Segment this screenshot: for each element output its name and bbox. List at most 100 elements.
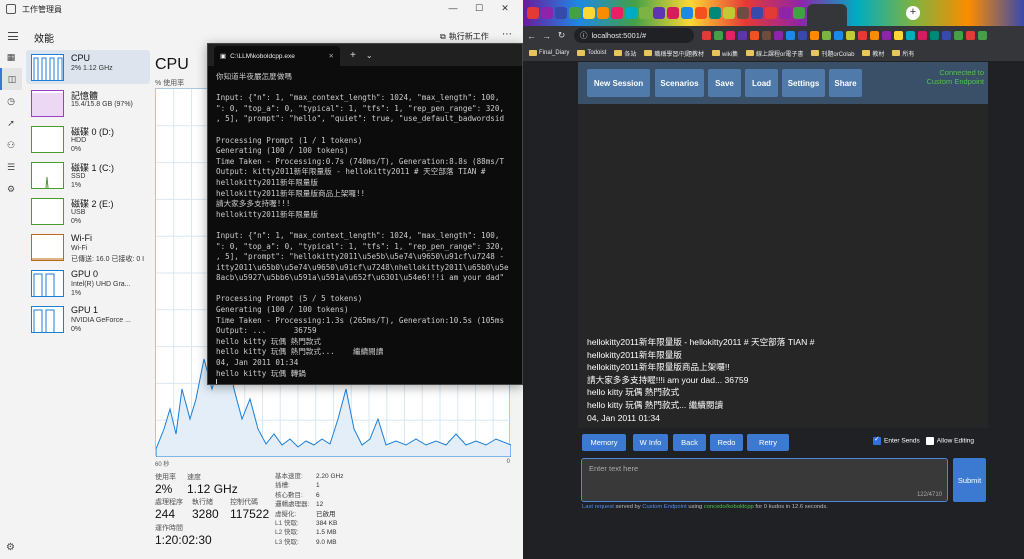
tab-favicon-icon[interactable] — [737, 7, 749, 19]
extension-icon[interactable] — [738, 31, 747, 40]
action-button-w-info[interactable]: W Info — [633, 434, 668, 451]
extension-icon[interactable] — [822, 31, 831, 40]
performance-nav-icon[interactable]: ◫ — [0, 68, 22, 90]
console-output[interactable]: 你知道半夜嚴怎麼做嗎 Input: {"n": 1, "max_context_l… — [208, 66, 522, 384]
settings-gear-icon[interactable]: ⚙ — [6, 542, 15, 553]
extension-icon[interactable] — [882, 31, 891, 40]
tab-favicon-icon[interactable] — [639, 7, 651, 19]
bookmark-item[interactable]: 刊題orColab — [811, 49, 854, 58]
device-item[interactable]: 磁碟 0 (D:) HDD 0% — [26, 122, 150, 156]
tab-favicon-icon[interactable] — [667, 7, 679, 19]
extension-icon[interactable] — [750, 31, 759, 40]
tab-favicon-icon[interactable] — [625, 7, 637, 19]
topbar-button-new-session[interactable]: New Session — [587, 69, 650, 97]
action-button-retry[interactable]: Retry — [747, 434, 789, 451]
extension-icon[interactable] — [906, 31, 915, 40]
device-item[interactable]: 記憶體 15.4/15.8 GB (97%) — [26, 86, 150, 120]
last-request-link[interactable]: Last request — [582, 504, 614, 510]
extension-icon[interactable] — [966, 31, 975, 40]
device-item[interactable]: 磁碟 2 (E:) USB 0% — [26, 194, 150, 228]
new-tab-button[interactable]: + — [906, 6, 920, 20]
topbar-button-scenarios[interactable]: Scenarios — [655, 69, 704, 97]
allow-editing-toggle[interactable]: Allow Editing — [925, 437, 974, 445]
tab-favicon-icon[interactable] — [555, 7, 567, 19]
submit-button[interactable]: Submit — [953, 458, 986, 502]
tab-favicon-icon[interactable] — [583, 7, 595, 19]
tab-favicon-icon[interactable] — [793, 7, 805, 19]
extension-icon[interactable] — [834, 31, 843, 40]
tab-favicon-icon[interactable] — [541, 7, 553, 19]
extension-icon[interactable] — [702, 31, 711, 40]
story-output[interactable]: hellokitty2011新年限量版 - hellokitty2011 # 天… — [587, 336, 982, 424]
extension-icon[interactable] — [786, 31, 795, 40]
processes-nav-icon[interactable]: ▦ — [0, 46, 22, 68]
close-button[interactable]: ✕ — [492, 0, 518, 16]
site-info-icon[interactable]: ⓘ — [580, 30, 588, 41]
tab-favicon-icon[interactable] — [569, 7, 581, 19]
extension-icon[interactable] — [858, 31, 867, 40]
device-item[interactable]: 磁碟 1 (C:) SSD 1% — [26, 158, 150, 192]
tab-favicon-icon[interactable] — [709, 7, 721, 19]
run-new-task-button[interactable]: ⧉ 執行新工作 — [440, 31, 489, 42]
topbar-button-share[interactable]: Share — [829, 69, 862, 97]
tab-favicon-icon[interactable] — [527, 7, 539, 19]
extension-icon[interactable] — [870, 31, 879, 40]
device-item[interactable]: GPU 0 Intel(R) UHD Gra... 1% — [26, 266, 150, 300]
app-history-nav-icon[interactable]: ◷ — [0, 90, 22, 112]
chevron-down-icon[interactable]: ⌄ — [366, 51, 373, 60]
topbar-button-settings[interactable]: Settings — [782, 69, 825, 97]
action-button-back[interactable]: Back — [673, 434, 706, 451]
action-button-memory[interactable]: Memory — [582, 434, 626, 451]
extension-icon[interactable] — [726, 31, 735, 40]
back-arrow-icon[interactable]: ← — [525, 31, 538, 41]
bookmark-item[interactable]: 職稱學習/刊題教材 — [644, 49, 704, 58]
extension-icon[interactable] — [762, 31, 771, 40]
forward-arrow-icon[interactable]: → — [540, 31, 553, 41]
reload-icon[interactable]: ↻ — [555, 30, 568, 41]
endpoint-link[interactable]: Custom Endpoint — [642, 504, 686, 510]
extension-icon[interactable] — [918, 31, 927, 40]
tab-favicon-icon[interactable] — [611, 7, 623, 19]
bookmark-item[interactable]: Todoist — [577, 50, 606, 56]
extension-icon[interactable] — [798, 31, 807, 40]
allow-editing-checkbox[interactable] — [925, 437, 934, 445]
hamburger-menu-icon[interactable] — [8, 32, 18, 40]
tab-favicon-icon[interactable] — [681, 7, 693, 19]
startup-apps-nav-icon[interactable]: ➚ — [0, 112, 22, 134]
extension-icon[interactable] — [846, 31, 855, 40]
extension-icon[interactable] — [954, 31, 963, 40]
enter-sends-toggle[interactable]: Enter Sends — [873, 435, 920, 445]
extension-icon[interactable] — [810, 31, 819, 40]
tab-favicon-icon[interactable] — [751, 7, 763, 19]
close-tab-icon[interactable]: ✕ — [329, 52, 334, 60]
extension-icon[interactable] — [978, 31, 987, 40]
maximize-button[interactable]: ☐ — [466, 0, 492, 16]
device-item[interactable]: Wi-Fi Wi-Fi 已傳送: 16.0 已接收: 0 I — [26, 230, 150, 264]
tab-favicon-icon[interactable] — [779, 7, 791, 19]
extension-icon[interactable] — [942, 31, 951, 40]
tab-favicon-icon[interactable] — [597, 7, 609, 19]
bookmark-item[interactable]: 各站 — [614, 49, 636, 58]
prompt-input[interactable] — [582, 459, 947, 501]
bookmark-item[interactable]: 所有 — [892, 49, 914, 58]
action-button-redo[interactable]: Redo — [710, 434, 743, 451]
extension-icon[interactable] — [774, 31, 783, 40]
details-nav-icon[interactable]: ☰ — [0, 156, 22, 178]
tab-favicon-icon[interactable] — [765, 7, 777, 19]
new-tab-icon[interactable]: + — [350, 50, 356, 61]
more-options-icon[interactable]: ⋯ — [502, 29, 512, 40]
device-item[interactable]: CPU 2% 1.12 GHz — [26, 50, 150, 84]
bookmark-item[interactable]: wiki集 — [712, 49, 738, 58]
bookmark-item[interactable]: 教材 — [862, 49, 884, 58]
tab-favicon-icon[interactable] — [653, 7, 665, 19]
extension-icon[interactable] — [714, 31, 723, 40]
address-bar[interactable]: ⓘ localhost:5001/# — [574, 28, 694, 43]
bookmark-item[interactable]: Final_Diary — [529, 50, 569, 56]
bookmark-item[interactable]: 線上課程or電子書 — [746, 49, 803, 58]
services-nav-icon[interactable]: ⚙ — [0, 178, 22, 200]
users-nav-icon[interactable]: ⚇ — [0, 134, 22, 156]
extension-icon[interactable] — [930, 31, 939, 40]
topbar-button-save[interactable]: Save — [708, 69, 741, 97]
device-item[interactable]: GPU 1 NVIDIA GeForce ... 0% — [26, 302, 150, 336]
tab-favicon-icon[interactable] — [723, 7, 735, 19]
